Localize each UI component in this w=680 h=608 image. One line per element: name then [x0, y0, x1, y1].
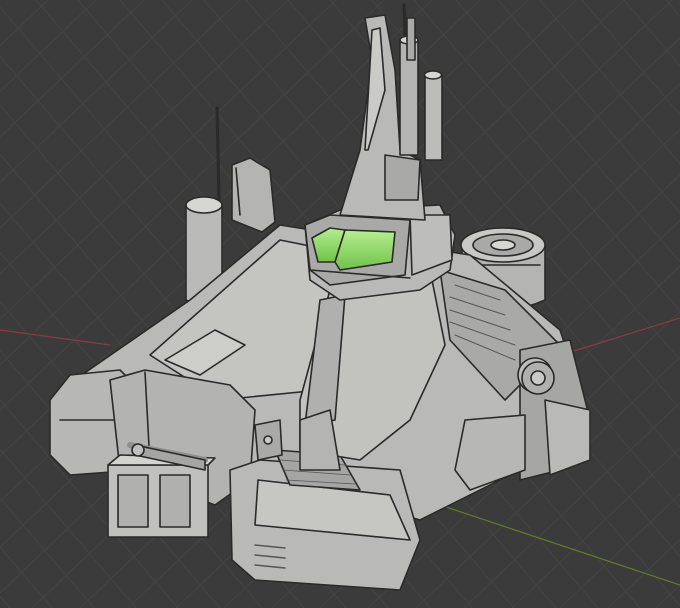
3d-viewport[interactable]: [0, 0, 680, 608]
grid-line: [581, 0, 680, 116]
grid-line: [607, 538, 680, 608]
grid-line: [665, 0, 680, 18]
mech-model[interactable]: [49, 3, 591, 591]
grid-line: [559, 493, 680, 608]
viewport-canvas[interactable]: [0, 0, 680, 608]
antenna-left: [215, 106, 221, 202]
rear-wheel: [521, 361, 555, 395]
grid-line: [539, 0, 680, 165]
x-axis-line: [0, 329, 111, 346]
front-hatch: [254, 419, 283, 461]
rear-leg-right: [517, 339, 591, 481]
exhaust-pipes: [399, 17, 443, 161]
grid-line: [0, 0, 49, 47]
side-armor-plate-right: [454, 414, 526, 491]
